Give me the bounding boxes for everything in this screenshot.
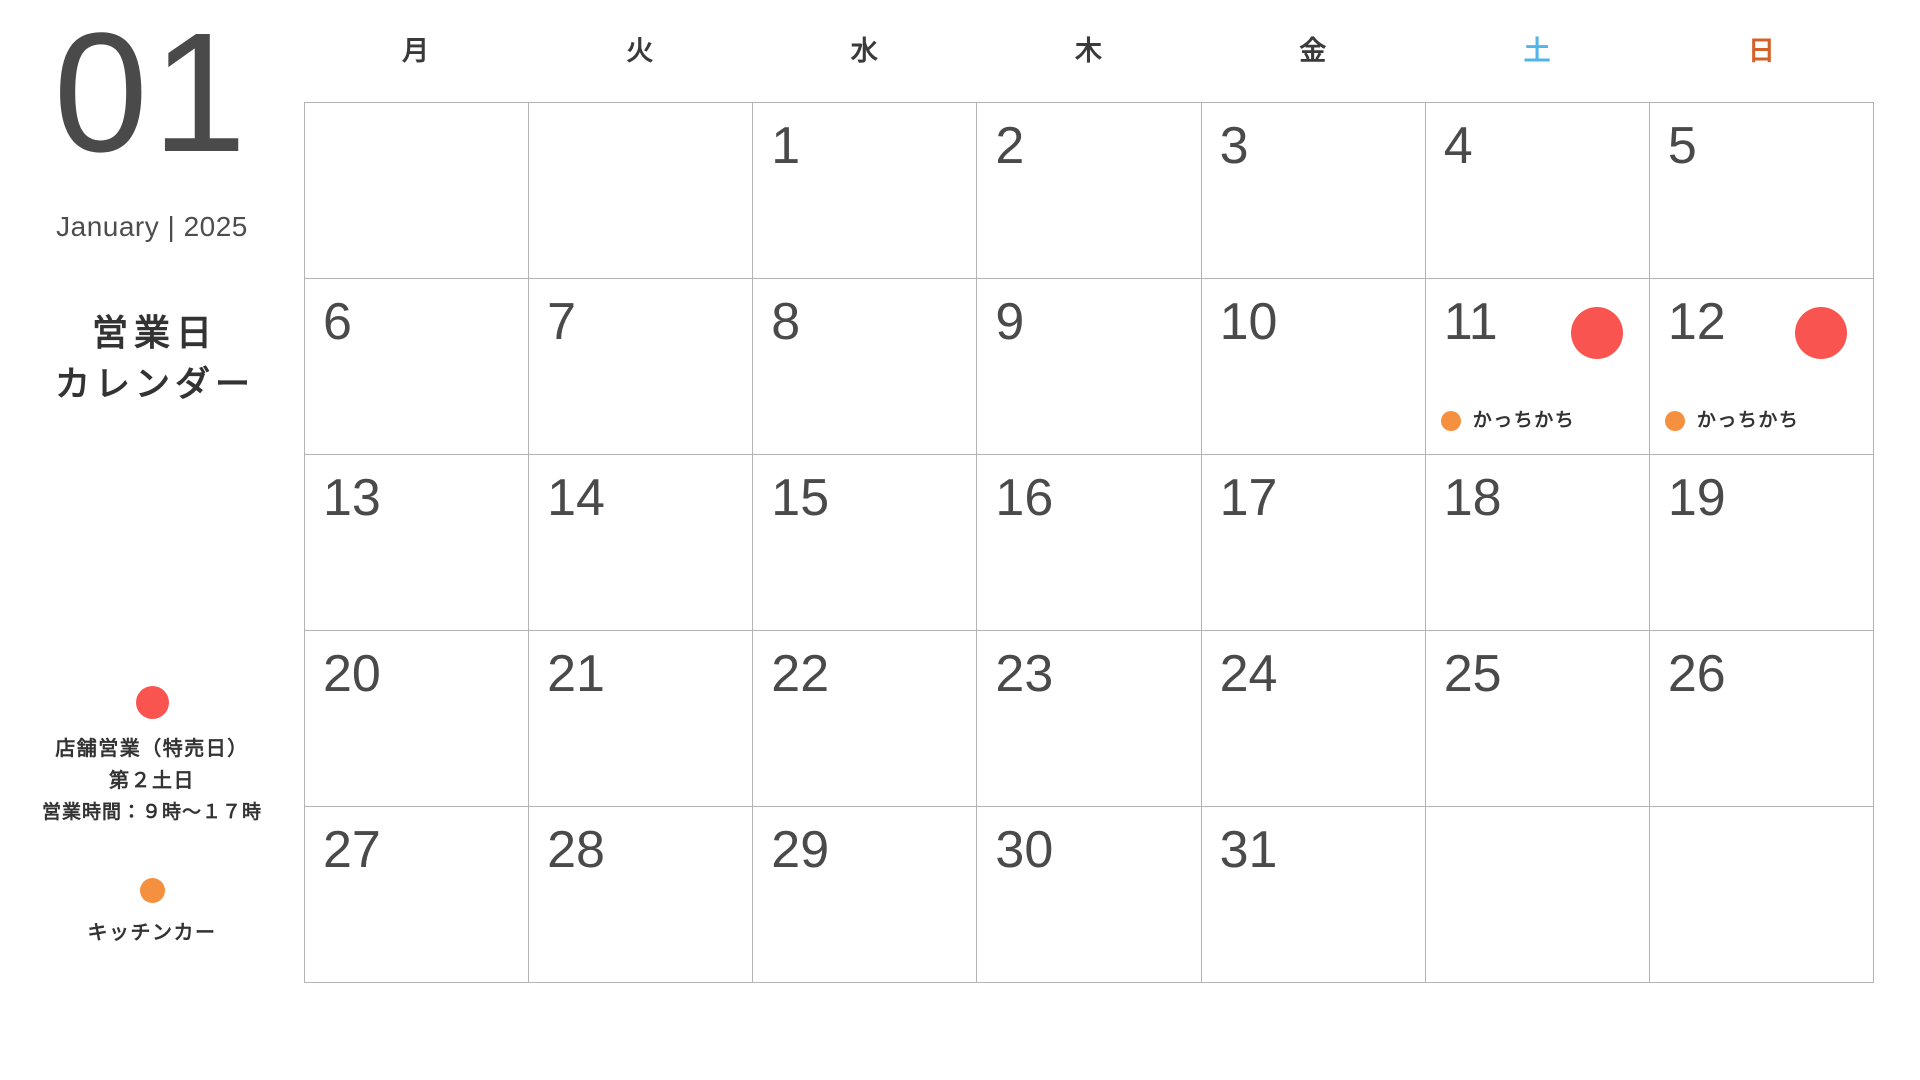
calendar-day-cell[interactable]: 26 — [1649, 631, 1874, 807]
orange-circle-icon — [139, 878, 165, 903]
calendar-day-cell[interactable]: 30 — [977, 807, 1202, 983]
calendar-empty-cell — [529, 103, 754, 279]
month-year-subtitle: January | 2025 — [56, 211, 248, 242]
store-open-badge-icon — [1794, 307, 1847, 359]
sidebar: 01 January | 2025 営業日 カレンダー 店舗営業（特売日） 第２… — [0, 0, 304, 1080]
legend-store-open-line-3: 営業時間：９時〜１７時 — [41, 802, 262, 823]
calendar-day-cell[interactable]: 11 かっちかち — [1425, 279, 1650, 455]
day-number: 13 — [323, 469, 381, 527]
weekday-header-weekday-4: 金 — [1299, 36, 1328, 66]
orange-circle-icon — [1664, 411, 1685, 431]
orange-circle-icon — [1440, 411, 1461, 431]
day-number: 8 — [771, 293, 801, 351]
day-number: 27 — [323, 821, 381, 879]
red-circle-icon — [135, 686, 169, 719]
day-number: 14 — [547, 469, 605, 527]
legend-kitchen-car: キッチンカー — [0, 878, 304, 949]
calendar-day-cell[interactable]: 25 — [1425, 631, 1650, 807]
day-number: 29 — [771, 821, 830, 879]
day-event-label: かっちかち — [1472, 410, 1576, 431]
calendar-day-cell[interactable]: 14 — [529, 455, 754, 631]
day-number: 31 — [1219, 821, 1278, 879]
calendar-day-cell[interactable]: 22 — [753, 631, 978, 807]
weekday-header-weekday-3: 木 — [1074, 36, 1103, 66]
weekday-header-weekday-2: 水 — [850, 36, 879, 66]
calendar-day-cell[interactable]: 23 — [977, 631, 1202, 807]
calendar-day-cell[interactable]: 3 — [1201, 103, 1426, 279]
day-number: 7 — [547, 293, 577, 351]
weekday-header-weekday-1: 火 — [626, 36, 655, 66]
calendar-day-cell[interactable]: 5 — [1649, 103, 1874, 279]
calendar-day-cell[interactable]: 24 — [1201, 631, 1426, 807]
day-number: 30 — [995, 821, 1054, 879]
day-number: 24 — [1219, 645, 1278, 703]
calendar-day-cell[interactable]: 2 — [977, 103, 1202, 279]
calendar-day-cell[interactable]: 21 — [529, 631, 754, 807]
calendar-day-cell[interactable]: 29 — [753, 807, 978, 983]
day-number: 25 — [1443, 645, 1502, 703]
day-number: 9 — [995, 293, 1025, 351]
calendar-empty-cell — [1649, 807, 1874, 983]
calendar-empty-cell — [305, 103, 530, 279]
calendar-day-cell[interactable]: 13 — [305, 455, 530, 631]
calendar-day-cell[interactable]: 12 かっちかち — [1649, 279, 1874, 455]
calendar-day-cell[interactable]: 6 — [305, 279, 530, 455]
day-number: 22 — [771, 645, 830, 703]
calendar-day-cell[interactable]: 27 — [305, 807, 530, 983]
day-number: 3 — [1219, 117, 1249, 175]
day-event-label: かっちかち — [1696, 410, 1800, 431]
calendar-day-cell[interactable]: 15 — [753, 455, 978, 631]
day-number: 4 — [1443, 117, 1473, 175]
store-open-badge-icon — [1570, 307, 1623, 359]
legend-store-open-line-2: 第２土日 — [109, 770, 195, 792]
day-number: 17 — [1219, 469, 1278, 527]
day-number: 19 — [1667, 469, 1726, 527]
day-number: 21 — [547, 645, 605, 703]
calendar-day-cell[interactable]: 10 — [1201, 279, 1426, 455]
calendar-day-cell[interactable]: 1 — [753, 103, 978, 279]
calendar-day-cell[interactable]: 9 — [977, 279, 1202, 455]
weekday-header-saturday-5: 土 — [1523, 36, 1552, 66]
legend-kitchen-car-line-1: キッチンカー — [87, 922, 217, 944]
legend-store-open-line-1: 店舗営業（特売日） — [55, 738, 249, 760]
calendar-day-cell[interactable]: 19 — [1649, 455, 1874, 631]
calendar-day-cell[interactable]: 7 — [529, 279, 754, 455]
month-number: 01 — [53, 0, 251, 188]
day-event[interactable]: かっちかち — [1664, 410, 1800, 432]
page-title-line-1: 営業日 — [91, 312, 218, 353]
day-number: 18 — [1443, 469, 1502, 527]
day-number: 28 — [547, 821, 605, 879]
calendar-day-cell[interactable]: 31 — [1201, 807, 1426, 983]
day-number: 2 — [995, 117, 1025, 175]
calendar: 月火水木金土日 1 2 3 4 5 6 7 8 9 10 11 かっちかち 12 かっちかち 13 14 15 1… — [304, 0, 1874, 1080]
calendar-day-cell[interactable]: 20 — [305, 631, 530, 807]
day-number: 5 — [1667, 117, 1697, 175]
weekday-header-sunday-6: 日 — [1747, 36, 1776, 66]
day-number: 1 — [771, 117, 801, 175]
day-number: 20 — [323, 645, 381, 703]
day-number: 10 — [1219, 293, 1278, 351]
calendar-day-cell[interactable]: 17 — [1201, 455, 1426, 631]
page-title: 営業日 カレンダー — [0, 307, 304, 411]
day-number: 26 — [1667, 645, 1726, 703]
day-number: 23 — [995, 645, 1054, 703]
calendar-day-cell[interactable]: 28 — [529, 807, 754, 983]
day-event[interactable]: かっちかち — [1440, 410, 1576, 432]
calendar-day-cell[interactable]: 16 — [977, 455, 1202, 631]
calendar-day-cell[interactable]: 18 — [1425, 455, 1650, 631]
weekday-header-row: 月火水木金土日 — [304, 0, 1874, 102]
weekday-header-weekday-0: 月 — [402, 36, 431, 66]
page-title-line-2: カレンダー — [54, 365, 255, 404]
day-number: 6 — [323, 293, 352, 351]
calendar-page: 01 January | 2025 営業日 カレンダー 店舗営業（特売日） 第２… — [0, 0, 1920, 1080]
day-number: 15 — [771, 469, 830, 527]
calendar-day-cell[interactable]: 4 — [1425, 103, 1650, 279]
calendar-day-cell[interactable]: 8 — [753, 279, 978, 455]
calendar-grid: 1 2 3 4 5 6 7 8 9 10 11 かっちかち 12 かっちかち 13 14 15 16 17 18 19 2… — [304, 102, 1874, 983]
calendar-empty-cell — [1425, 807, 1650, 983]
legend-store-open: 店舗営業（特売日） 第２土日 営業時間：９時〜１７時 — [0, 686, 304, 829]
day-number: 16 — [995, 469, 1054, 527]
